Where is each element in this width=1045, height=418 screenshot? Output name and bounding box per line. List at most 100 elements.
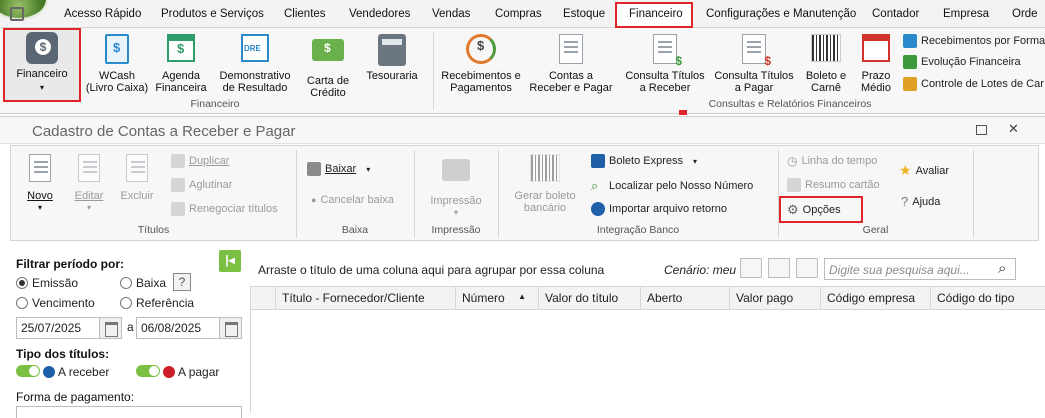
novo-button[interactable]: Novo ▾ bbox=[17, 154, 63, 214]
close-icon[interactable]: ✕ bbox=[1008, 121, 1019, 137]
impressao-button[interactable]: Impressão ▾ bbox=[423, 154, 489, 219]
col-codigo-tipo[interactable]: Código do tipo bbox=[930, 287, 1045, 309]
ribbon-carta-credito-button[interactable]: Carta de Crédito bbox=[300, 34, 356, 99]
col-aberto[interactable]: Aberto bbox=[640, 287, 729, 309]
layout-grid-icon[interactable] bbox=[740, 258, 762, 278]
clock-icon: ◷ bbox=[787, 154, 798, 168]
ribbon-wcash-button[interactable]: WCash (Livro Caixa) bbox=[84, 34, 150, 94]
aglutinar-button[interactable]: Aglutinar bbox=[171, 178, 232, 192]
col-titulo-fornecedor[interactable]: Título - Fornecedor/Cliente bbox=[275, 287, 455, 309]
document-money-icon bbox=[559, 34, 583, 64]
export-excel-icon[interactable] bbox=[796, 258, 818, 278]
ribbon-agenda-button[interactable]: Agenda Financeira bbox=[152, 34, 210, 94]
calendar-icon[interactable] bbox=[219, 318, 241, 338]
linha-tempo-button[interactable]: ◷ Linha do tempo bbox=[787, 154, 877, 168]
menu-configuracoes[interactable]: Configurações e Manutenção bbox=[706, 8, 856, 20]
importar-retorno-button[interactable]: Importar arquivo retorno bbox=[591, 202, 727, 216]
baixar-label: Baixar bbox=[325, 163, 357, 175]
col-numero-label: Número bbox=[462, 291, 505, 305]
menu-vendas[interactable]: Vendas bbox=[432, 8, 470, 20]
menu-produtos-servicos[interactable]: Produtos e Serviços bbox=[161, 8, 264, 20]
radio-emissao[interactable]: Emissão bbox=[16, 276, 78, 290]
radio-vencimento[interactable]: Vencimento bbox=[16, 296, 95, 310]
ribbon-recebimentos-forma[interactable]: Recebimentos por Forma bbox=[903, 34, 1045, 48]
edit-document-icon bbox=[78, 154, 100, 182]
aglutinar-label: Aglutinar bbox=[189, 179, 233, 191]
printer-icon bbox=[442, 159, 470, 181]
group-separator bbox=[973, 150, 974, 238]
ribbon-tesouraria-button[interactable]: Tesouraria bbox=[360, 34, 424, 82]
ribbon-evolucao-financeira[interactable]: Evolução Financeira bbox=[903, 55, 1021, 69]
forma-pagamento-select[interactable] bbox=[16, 406, 242, 418]
ribbon-consulta-receber-button[interactable]: Consulta Títulos a Receber bbox=[622, 34, 708, 94]
ribbon-consulta-receber-label: Consulta Títulos a Receber bbox=[625, 70, 705, 94]
boleto-express-button[interactable]: Boleto Express ▾ bbox=[591, 154, 697, 168]
excluir-button[interactable]: Excluir bbox=[115, 154, 159, 202]
radio-emissao-label: Emissão bbox=[32, 276, 79, 290]
date-to-field[interactable]: 06/08/2025 bbox=[136, 317, 242, 339]
resumo-cartao-button[interactable]: Resumo cartão bbox=[787, 178, 880, 192]
renegociar-button[interactable]: Renegociar títulos bbox=[171, 202, 278, 216]
menu-estoque[interactable]: Estoque bbox=[563, 8, 605, 20]
collapse-panel-icon[interactable]: |◂ bbox=[219, 250, 241, 272]
importar-label: Importar arquivo retorno bbox=[609, 203, 727, 215]
restore-icon[interactable] bbox=[976, 125, 987, 135]
search-input[interactable]: Digite sua pesquisa aqui... bbox=[824, 258, 1016, 280]
barcode-icon bbox=[530, 154, 560, 182]
cancelar-baixa-button[interactable]: ● Cancelar baixa bbox=[311, 194, 394, 206]
radio-circle bbox=[120, 297, 132, 309]
avaliar-label: Avaliar bbox=[915, 164, 949, 177]
money-cycle-icon bbox=[466, 34, 496, 64]
ribbon-boleto-button[interactable]: Boleto e Carnê bbox=[800, 34, 852, 94]
duplicar-button[interactable]: Duplicar bbox=[171, 154, 229, 168]
ajuda-button[interactable]: ? Ajuda bbox=[901, 194, 940, 209]
ribbon-financeiro-button[interactable]: Financeiro ▾ bbox=[7, 32, 77, 94]
chevron-down-icon: ▾ bbox=[453, 208, 458, 217]
ribbon-contas-button[interactable]: Contas a Receber e Pagar bbox=[528, 34, 614, 94]
ribbon-prazo-button[interactable]: Prazo Médio bbox=[856, 34, 896, 94]
menu-compras[interactable]: Compras bbox=[495, 8, 542, 20]
help-icon[interactable]: ? bbox=[173, 273, 191, 291]
menu-contador[interactable]: Contador bbox=[872, 8, 919, 20]
cashbook-icon bbox=[105, 34, 129, 64]
ribbon-recebimentos-label: Recebimentos e Pagamentos bbox=[441, 70, 521, 94]
ribbon-dre-button[interactable]: Demonstrativo de Resultado bbox=[214, 34, 296, 94]
col-valor-pago[interactable]: Valor pago bbox=[729, 287, 820, 309]
menu-financeiro[interactable]: Financeiro bbox=[629, 8, 683, 20]
menu-acesso-rapido[interactable]: Acesso Rápido bbox=[64, 8, 141, 20]
menu-empresa[interactable]: Empresa bbox=[943, 8, 989, 20]
radio-referencia[interactable]: Referência bbox=[120, 296, 194, 310]
ribbon-controle-lotes[interactable]: Controle de Lotes de Car bbox=[903, 77, 1044, 91]
ribbon-consulta-pagar-button[interactable]: Consulta Títulos a Pagar bbox=[714, 34, 794, 94]
editar-button[interactable]: Editar ▾ bbox=[67, 154, 111, 214]
toggle-a-receber[interactable]: A receber bbox=[16, 365, 109, 379]
cash-icon bbox=[307, 162, 321, 176]
grid-header: Título - Fornecedor/Cliente Número ▲ Val… bbox=[250, 286, 1045, 310]
editar-label: Editar bbox=[74, 190, 104, 202]
baixar-button[interactable]: Baixar ▾ bbox=[307, 162, 370, 176]
calendar-red-icon bbox=[862, 34, 890, 62]
columns-icon[interactable] bbox=[768, 258, 790, 278]
gerar-boleto-button[interactable]: Gerar boleto bancário bbox=[506, 154, 584, 214]
col-valor-titulo[interactable]: Valor do título bbox=[538, 287, 640, 309]
duplicar-label: Duplicar bbox=[189, 155, 230, 167]
search-button[interactable]: ⌕ bbox=[994, 258, 1016, 280]
ribbon-recebimentos-button[interactable]: Recebimentos e Pagamentos bbox=[440, 34, 522, 94]
merge-icon bbox=[171, 178, 185, 192]
cancelar-baixa-label: Cancelar baixa bbox=[320, 194, 394, 206]
menu-clientes[interactable]: Clientes bbox=[284, 8, 326, 20]
date-from-field[interactable]: 25/07/2025 bbox=[16, 317, 122, 339]
scenario-label[interactable]: Cenário: meu bbox=[664, 263, 736, 277]
toggle-switch bbox=[16, 365, 40, 377]
menu-vendedores[interactable]: Vendedores bbox=[349, 8, 410, 20]
col-numero[interactable]: Número ▲ bbox=[455, 287, 538, 309]
filter-forma-label: Forma de pagamento: bbox=[16, 390, 135, 404]
menu-ordem[interactable]: Orde bbox=[1012, 8, 1038, 20]
radio-baixa[interactable]: Baixa bbox=[120, 276, 166, 290]
duplicate-icon bbox=[171, 154, 185, 168]
toggle-a-pagar[interactable]: A pagar bbox=[136, 365, 219, 379]
calendar-icon[interactable] bbox=[99, 318, 121, 338]
avaliar-button[interactable]: ★ Avaliar bbox=[899, 162, 949, 179]
col-codigo-empresa[interactable]: Código empresa bbox=[820, 287, 930, 309]
localizar-nosso-numero-button[interactable]: ⌕ Localizar pelo Nosso Número bbox=[591, 178, 753, 194]
